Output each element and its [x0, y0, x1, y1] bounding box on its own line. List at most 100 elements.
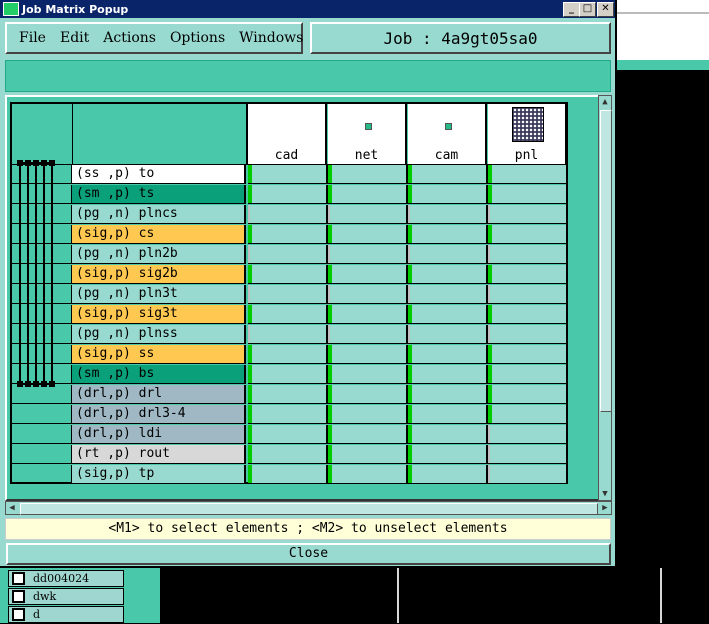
matrix-cell[interactable]: [328, 165, 408, 184]
vertical-scrollbar[interactable]: ▲ ▼: [598, 95, 612, 501]
matrix-cell[interactable]: [408, 465, 488, 484]
layer-name[interactable]: (pg ,n) pln2b: [72, 245, 246, 264]
matrix-cell[interactable]: [248, 425, 328, 444]
column-header-net[interactable]: net: [328, 104, 407, 164]
row-selector[interactable]: [12, 305, 72, 324]
matrix-cell[interactable]: [328, 385, 408, 404]
matrix-cell[interactable]: [328, 425, 408, 444]
matrix-cell[interactable]: [488, 385, 568, 404]
scroll-down-arrow-icon[interactable]: ▼: [599, 488, 611, 500]
matrix-cell[interactable]: [248, 225, 328, 244]
close-window-button[interactable]: ✕: [597, 2, 614, 17]
matrix-cell[interactable]: [328, 305, 408, 324]
layer-name[interactable]: (rt ,p) rout: [72, 445, 246, 464]
layer-name[interactable]: (sig,p) cs: [72, 225, 246, 244]
matrix-cell[interactable]: [408, 245, 488, 264]
matrix-cell[interactable]: [488, 445, 568, 464]
matrix-cell[interactable]: [488, 345, 568, 364]
matrix-cell[interactable]: [328, 465, 408, 484]
matrix-cell[interactable]: [328, 185, 408, 204]
matrix-cell[interactable]: [408, 425, 488, 444]
row-selector[interactable]: [12, 465, 72, 484]
matrix-cell[interactable]: [408, 405, 488, 424]
matrix-cell[interactable]: [408, 265, 488, 284]
column-header-cad[interactable]: cad: [248, 104, 327, 164]
matrix-cell[interactable]: [488, 165, 568, 184]
layer-name[interactable]: (sm ,p) bs: [72, 365, 246, 384]
menu-file[interactable]: File: [19, 30, 46, 46]
checkbox-icon[interactable]: [12, 572, 25, 585]
matrix-cell[interactable]: [328, 245, 408, 264]
matrix-cell[interactable]: [488, 325, 568, 344]
layer-name[interactable]: (pg ,n) plnss: [72, 325, 246, 344]
matrix-cell[interactable]: [248, 205, 328, 224]
scroll-left-arrow-icon[interactable]: ◀: [6, 502, 18, 514]
row-selector[interactable]: [12, 345, 72, 364]
matrix-cell[interactable]: [328, 365, 408, 384]
layer-name[interactable]: (sig,p) ss: [72, 345, 246, 364]
matrix-cell[interactable]: [328, 405, 408, 424]
matrix-cell[interactable]: [248, 245, 328, 264]
matrix-cell[interactable]: [248, 305, 328, 324]
matrix-cell[interactable]: [408, 165, 488, 184]
layer-name[interactable]: (pg ,n) pln3t: [72, 285, 246, 304]
matrix-cell[interactable]: [328, 225, 408, 244]
title-bar[interactable]: Job Matrix Popup _ □ ✕: [0, 0, 615, 18]
matrix-cell[interactable]: [488, 245, 568, 264]
matrix-cell[interactable]: [408, 185, 488, 204]
minimize-button[interactable]: _: [563, 2, 580, 17]
matrix-cell[interactable]: [328, 345, 408, 364]
matrix-cell[interactable]: [488, 265, 568, 284]
background-list-item[interactable]: dd004024: [8, 570, 124, 587]
matrix-cell[interactable]: [328, 325, 408, 344]
matrix-cell[interactable]: [248, 165, 328, 184]
matrix-cell[interactable]: [488, 185, 568, 204]
matrix-cell[interactable]: [488, 405, 568, 424]
matrix-cell[interactable]: [408, 225, 488, 244]
matrix-cell[interactable]: [408, 385, 488, 404]
row-selector[interactable]: [12, 285, 72, 304]
maximize-button[interactable]: □: [579, 2, 596, 17]
matrix-cell[interactable]: [488, 225, 568, 244]
matrix-cell[interactable]: [328, 265, 408, 284]
close-button[interactable]: Close: [6, 543, 611, 565]
row-selector[interactable]: [12, 205, 72, 224]
layer-name[interactable]: (drl,p) ldi: [72, 425, 246, 444]
layer-name[interactable]: (drl,p) drl3-4: [72, 405, 246, 424]
matrix-cell[interactable]: [408, 285, 488, 304]
menu-windows[interactable]: Windows: [239, 30, 303, 46]
matrix-cell[interactable]: [248, 365, 328, 384]
row-selector[interactable]: [12, 245, 72, 264]
scroll-up-arrow-icon[interactable]: ▲: [599, 96, 611, 108]
horizontal-scrollbar[interactable]: ◀ ▶: [5, 501, 612, 515]
row-selector[interactable]: [12, 405, 72, 424]
matrix-cell[interactable]: [248, 325, 328, 344]
matrix-cell[interactable]: [248, 265, 328, 284]
row-selector[interactable]: [12, 425, 72, 444]
row-selector[interactable]: [12, 265, 72, 284]
matrix-cell[interactable]: [408, 305, 488, 324]
checkbox-icon[interactable]: [12, 608, 25, 621]
matrix-cell[interactable]: [408, 365, 488, 384]
scroll-thumb[interactable]: [20, 503, 598, 515]
matrix-cell[interactable]: [488, 285, 568, 304]
layer-name[interactable]: (drl,p) drl: [72, 385, 246, 404]
layer-name[interactable]: (sig,p) sig3t: [72, 305, 246, 324]
checkbox-icon[interactable]: [12, 590, 25, 603]
matrix-cell[interactable]: [248, 405, 328, 424]
matrix-cell[interactable]: [408, 445, 488, 464]
matrix-cell[interactable]: [248, 345, 328, 364]
scroll-right-arrow-icon[interactable]: ▶: [599, 502, 611, 514]
background-list-item[interactable]: d: [8, 606, 124, 623]
background-list-item[interactable]: dwk: [8, 588, 124, 605]
matrix-cell[interactable]: [488, 305, 568, 324]
matrix-cell[interactable]: [488, 465, 568, 484]
matrix-cell[interactable]: [488, 425, 568, 444]
layer-name[interactable]: (sig,p) sig2b: [72, 265, 246, 284]
layer-name[interactable]: (sm ,p) ts: [72, 185, 246, 204]
matrix-cell[interactable]: [248, 445, 328, 464]
menu-options[interactable]: Options: [170, 30, 225, 46]
row-selector[interactable]: [12, 325, 72, 344]
matrix-cell[interactable]: [408, 345, 488, 364]
menu-edit[interactable]: Edit: [60, 30, 89, 46]
